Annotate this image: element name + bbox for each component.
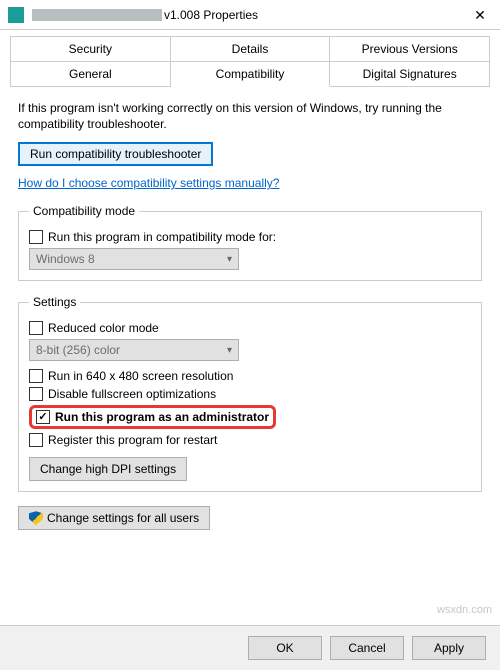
tab-general[interactable]: General [10,61,171,87]
color-depth-value: 8-bit (256) color [36,343,120,357]
disable-fullscreen-label: Disable fullscreen optimizations [48,387,216,401]
compat-mode-label: Run this program in compatibility mode f… [48,230,276,244]
watermark: wsxdn.com [437,604,492,616]
reduced-color-label: Reduced color mode [48,321,159,335]
tab-previous-versions[interactable]: Previous Versions [330,36,490,61]
window-title: v1.008 Properties [32,8,492,22]
run-as-admin-row[interactable]: Run this program as an administrator [29,405,471,429]
help-link[interactable]: How do I choose compatibility settings m… [18,176,279,190]
reduced-color-checkbox[interactable]: Reduced color mode [29,321,471,335]
checkbox-icon [29,369,43,383]
compat-mode-select[interactable]: Windows 8 ▾ [29,248,239,270]
run-as-admin-label: Run this program as an administrator [55,410,269,424]
apply-button[interactable]: Apply [412,636,486,660]
run-troubleshooter-button[interactable]: Run compatibility troubleshooter [18,142,213,166]
color-depth-select[interactable]: 8-bit (256) color ▾ [29,339,239,361]
checkbox-icon [29,387,43,401]
tabs-container: Security Details Previous Versions Gener… [0,30,500,87]
change-all-users-label: Change settings for all users [47,511,199,525]
tab-security[interactable]: Security [10,36,171,61]
change-dpi-button[interactable]: Change high DPI settings [29,457,187,481]
intro-text: If this program isn't working correctly … [18,101,482,132]
compat-mode-value: Windows 8 [36,252,95,266]
tab-compatibility[interactable]: Compatibility [171,61,331,87]
compatibility-mode-legend: Compatibility mode [29,204,139,218]
disable-fullscreen-checkbox[interactable]: Disable fullscreen optimizations [29,387,471,401]
tab-digital-signatures[interactable]: Digital Signatures [330,61,490,87]
change-all-users-button[interactable]: Change settings for all users [18,506,210,530]
cancel-button[interactable]: Cancel [330,636,404,660]
settings-group: Settings Reduced color mode 8-bit (256) … [18,295,482,492]
register-restart-label: Register this program for restart [48,433,217,447]
checkbox-icon [36,410,50,424]
compatibility-mode-group: Compatibility mode Run this program in c… [18,204,482,281]
checkbox-icon [29,321,43,335]
run-640-label: Run in 640 x 480 screen resolution [48,369,233,383]
run-as-admin-highlight: Run this program as an administrator [29,405,276,429]
dialog-buttons: OK Cancel Apply [0,625,500,670]
chevron-down-icon: ▾ [227,254,232,265]
compat-mode-checkbox[interactable]: Run this program in compatibility mode f… [29,230,471,244]
redacted-name [32,9,162,21]
close-button[interactable]: ✕ [460,0,500,30]
checkbox-icon [29,230,43,244]
ok-button[interactable]: OK [248,636,322,660]
checkbox-icon [29,433,43,447]
app-icon [8,7,24,23]
titlebar: v1.008 Properties ✕ [0,0,500,30]
tab-panel-compatibility: If this program isn't working correctly … [0,87,500,530]
tab-details[interactable]: Details [171,36,331,61]
chevron-down-icon: ▾ [227,345,232,356]
shield-icon [29,511,43,525]
run-640-checkbox[interactable]: Run in 640 x 480 screen resolution [29,369,471,383]
register-restart-checkbox[interactable]: Register this program for restart [29,433,471,447]
settings-legend: Settings [29,295,80,309]
